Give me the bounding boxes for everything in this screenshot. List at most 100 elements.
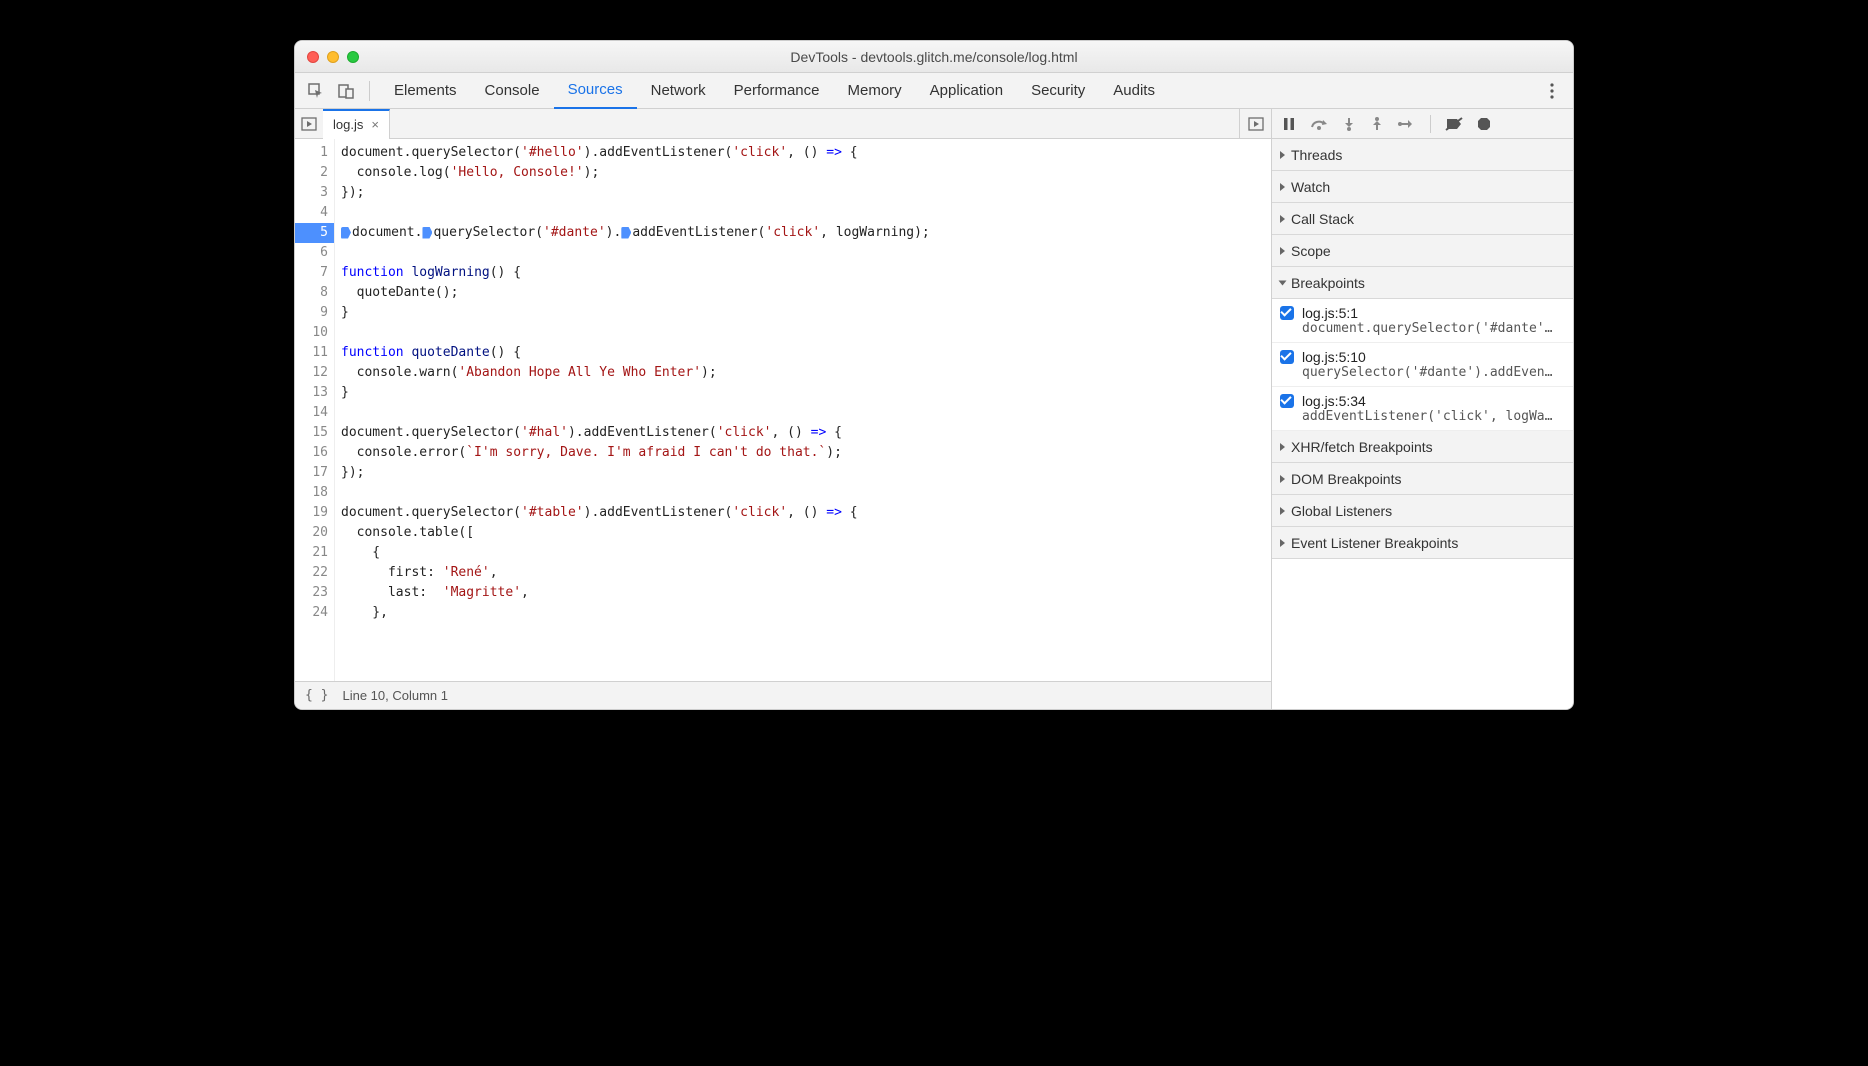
code-line[interactable]: console.warn('Abandon Hope All Ye Who En… (341, 363, 1271, 383)
section-threads[interactable]: Threads (1272, 139, 1573, 171)
code-line[interactable]: function logWarning() { (341, 263, 1271, 283)
breakpoint-item[interactable]: log.js:5:34addEventListener('click', log… (1272, 387, 1573, 431)
line-number[interactable]: 12 (295, 363, 334, 383)
tab-audits[interactable]: Audits (1099, 73, 1169, 109)
line-number[interactable]: 11 (295, 343, 334, 363)
line-number[interactable]: 23 (295, 583, 334, 603)
tab-elements[interactable]: Elements (380, 73, 471, 109)
tab-performance[interactable]: Performance (720, 73, 834, 109)
show-debugger-icon[interactable] (1239, 109, 1271, 138)
main-body: 123456789101112131415161718192021222324 … (295, 139, 1573, 709)
code-line[interactable] (341, 483, 1271, 503)
step-icon[interactable] (1398, 117, 1416, 131)
code-line[interactable]: document.querySelector('#table').addEven… (341, 503, 1271, 523)
code-line[interactable]: }); (341, 183, 1271, 203)
line-number[interactable]: 9 (295, 303, 334, 323)
step-over-icon[interactable] (1310, 117, 1328, 131)
section-event-listener-breakpoints[interactable]: Event Listener Breakpoints (1272, 527, 1573, 559)
code-line[interactable] (341, 323, 1271, 343)
show-navigator-icon[interactable] (301, 116, 317, 132)
tab-security[interactable]: Security (1017, 73, 1099, 109)
expand-icon (1280, 151, 1285, 159)
step-into-icon[interactable] (1342, 117, 1356, 131)
section-call-stack[interactable]: Call Stack (1272, 203, 1573, 235)
line-number[interactable]: 1 (295, 143, 334, 163)
breakpoint-item[interactable]: log.js:5:10querySelector('#dante').addEv… (1272, 343, 1573, 387)
tab-memory[interactable]: Memory (834, 73, 916, 109)
section-watch[interactable]: Watch (1272, 171, 1573, 203)
line-number[interactable]: 7 (295, 263, 334, 283)
line-number[interactable]: 18 (295, 483, 334, 503)
step-out-icon[interactable] (1370, 117, 1384, 131)
breakpoint-checkbox[interactable] (1280, 350, 1294, 364)
line-number[interactable]: 6 (295, 243, 334, 263)
expand-icon (1280, 247, 1285, 255)
expand-icon (1280, 183, 1285, 191)
code-line[interactable]: console.table([ (341, 523, 1271, 543)
line-number[interactable]: 21 (295, 543, 334, 563)
code-line[interactable]: document.querySelector('#hal').addEventL… (341, 423, 1271, 443)
code-line[interactable]: document.querySelector('#hello').addEven… (341, 143, 1271, 163)
code-line[interactable]: function quoteDante() { (341, 343, 1271, 363)
code-line[interactable]: console.error(`I'm sorry, Dave. I'm afra… (341, 443, 1271, 463)
line-number[interactable]: 3 (295, 183, 334, 203)
line-number[interactable]: 2 (295, 163, 334, 183)
breakpoint-item[interactable]: log.js:5:1document.querySelector('#dante… (1272, 299, 1573, 343)
line-number[interactable]: 14 (295, 403, 334, 423)
device-toolbar-icon[interactable] (333, 78, 359, 104)
line-number[interactable]: 10 (295, 323, 334, 343)
code-line[interactable]: last: 'Magritte', (341, 583, 1271, 603)
code-line[interactable] (341, 243, 1271, 263)
line-number[interactable]: 17 (295, 463, 334, 483)
pause-icon[interactable] (1282, 117, 1296, 131)
section-label: Watch (1291, 179, 1330, 195)
more-options-icon[interactable] (1539, 83, 1565, 99)
code-line[interactable]: }, (341, 603, 1271, 623)
line-number[interactable]: 20 (295, 523, 334, 543)
code-line[interactable] (341, 203, 1271, 223)
section-scope[interactable]: Scope (1272, 235, 1573, 267)
expand-icon (1280, 443, 1285, 451)
tab-sources[interactable]: Sources (554, 73, 637, 109)
code-editor[interactable]: 123456789101112131415161718192021222324 … (295, 139, 1271, 681)
close-tab-icon[interactable]: × (371, 117, 379, 132)
code-content[interactable]: document.querySelector('#hello').addEven… (335, 139, 1271, 681)
pretty-print-icon[interactable]: { } (305, 688, 328, 703)
line-number[interactable]: 5 (295, 223, 334, 243)
section-dom-breakpoints[interactable]: DOM Breakpoints (1272, 463, 1573, 495)
code-line[interactable]: first: 'René', (341, 563, 1271, 583)
line-number[interactable]: 24 (295, 603, 334, 623)
inspect-element-icon[interactable] (303, 78, 329, 104)
code-line[interactable]: console.log('Hello, Console!'); (341, 163, 1271, 183)
tab-console[interactable]: Console (471, 73, 554, 109)
tab-application[interactable]: Application (916, 73, 1017, 109)
editor-column: 123456789101112131415161718192021222324 … (295, 139, 1271, 709)
code-line[interactable]: { (341, 543, 1271, 563)
line-number[interactable]: 4 (295, 203, 334, 223)
code-line[interactable]: quoteDante(); (341, 283, 1271, 303)
line-number[interactable]: 13 (295, 383, 334, 403)
breakpoint-location: log.js:5:34 (1302, 393, 1366, 409)
section-breakpoints[interactable]: Breakpoints (1272, 267, 1573, 299)
breakpoint-snippet: addEventListener('click', logWa… (1302, 409, 1565, 424)
file-tab-logjs[interactable]: log.js × (323, 109, 390, 139)
line-number[interactable]: 19 (295, 503, 334, 523)
line-number[interactable]: 22 (295, 563, 334, 583)
breakpoint-checkbox[interactable] (1280, 394, 1294, 408)
code-line[interactable]: document.querySelector('#dante').addEven… (341, 223, 1271, 243)
section-global-listeners[interactable]: Global Listeners (1272, 495, 1573, 527)
pause-on-exceptions-icon[interactable] (1477, 117, 1491, 131)
expand-icon (1279, 280, 1287, 285)
tab-network[interactable]: Network (637, 73, 720, 109)
section-xhr-fetch-breakpoints[interactable]: XHR/fetch Breakpoints (1272, 431, 1573, 463)
line-number[interactable]: 8 (295, 283, 334, 303)
code-line[interactable]: }); (341, 463, 1271, 483)
code-line[interactable]: } (341, 383, 1271, 403)
breakpoint-checkbox[interactable] (1280, 306, 1294, 320)
line-gutter[interactable]: 123456789101112131415161718192021222324 (295, 139, 335, 681)
code-line[interactable]: } (341, 303, 1271, 323)
deactivate-breakpoints-icon[interactable] (1445, 117, 1463, 131)
code-line[interactable] (341, 403, 1271, 423)
line-number[interactable]: 15 (295, 423, 334, 443)
line-number[interactable]: 16 (295, 443, 334, 463)
